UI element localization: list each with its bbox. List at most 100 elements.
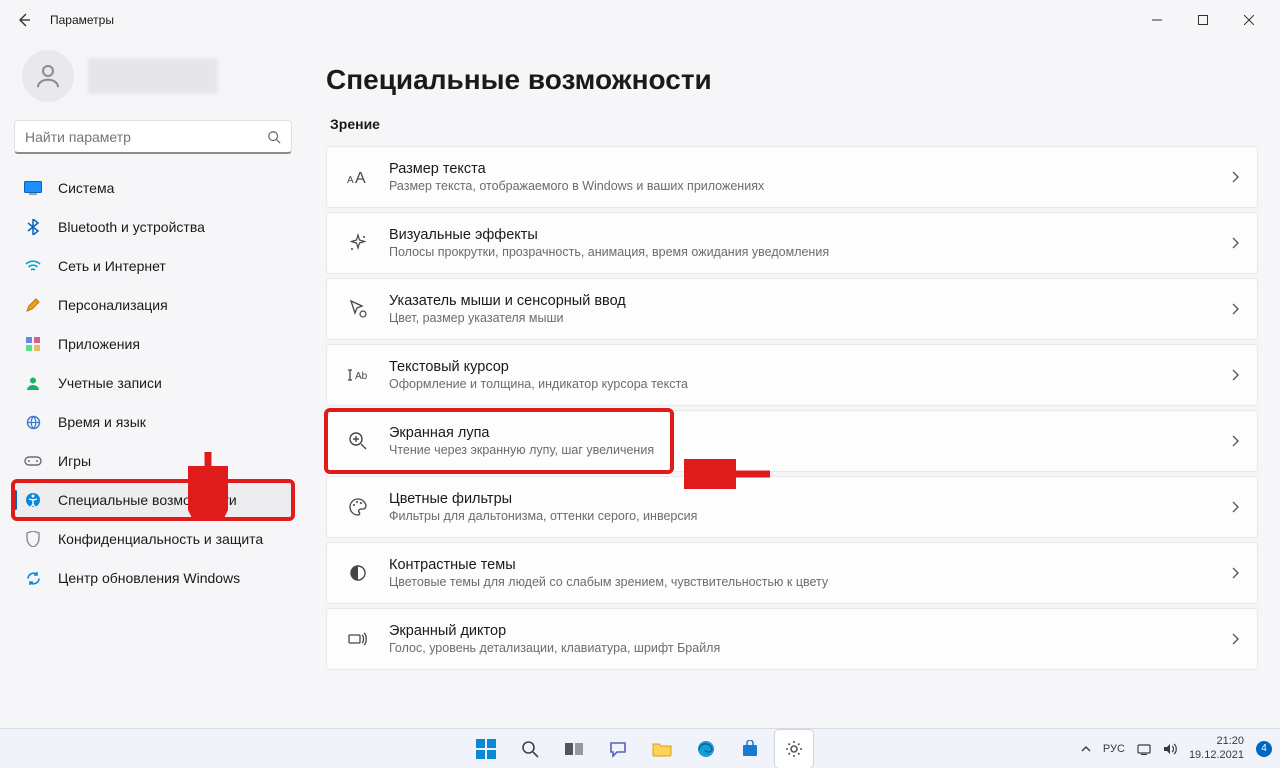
back-button[interactable] — [8, 4, 40, 36]
card-desc: Цветовые темы для людей со слабым зрение… — [389, 575, 1231, 589]
nav-item-label: Сеть и Интернет — [58, 258, 166, 274]
card-visual-effects[interactable]: Визуальные эффектыПолосы прокрутки, проз… — [326, 212, 1258, 274]
card-desc: Цвет, размер указателя мыши — [389, 311, 1231, 325]
main-content: Специальные возможности Зрение AA Размер… — [300, 40, 1280, 728]
card-desc: Фильтры для дальтонизма, оттенки серого,… — [389, 509, 1231, 523]
search-input[interactable] — [25, 129, 267, 145]
edge-icon — [697, 740, 715, 758]
card-desc: Чтение через экранную лупу, шаг увеличен… — [389, 443, 1231, 457]
sync-icon — [24, 569, 42, 587]
gear-icon — [785, 740, 803, 758]
tray-chevron-up-icon[interactable] — [1081, 745, 1091, 753]
search-icon — [267, 130, 281, 144]
person-icon — [33, 61, 63, 91]
card-desc: Голос, уровень детализации, клавиатура, … — [389, 641, 1231, 655]
taskbar-store-button[interactable] — [731, 730, 769, 768]
nav-item-time-language[interactable]: Время и язык — [14, 404, 292, 440]
card-title: Указатель мыши и сенсорный ввод — [389, 293, 1231, 309]
chevron-right-icon — [1231, 171, 1239, 183]
tray-volume-icon[interactable] — [1163, 743, 1177, 755]
nav-item-windows-update[interactable]: Центр обновления Windows — [14, 560, 292, 596]
shield-icon — [24, 530, 42, 548]
nav-item-network[interactable]: Сеть и Интернет — [14, 248, 292, 284]
store-icon — [741, 740, 759, 758]
chevron-right-icon — [1231, 303, 1239, 315]
chevron-right-icon — [1231, 237, 1239, 249]
paintbrush-icon — [24, 296, 42, 314]
taskbar: РУС 21:20 19.12.2021 4 — [0, 728, 1280, 768]
folder-icon — [652, 741, 672, 757]
nav-item-label: Игры — [58, 453, 91, 469]
svg-text:A: A — [355, 170, 366, 186]
card-text-cursor[interactable]: Ab Текстовый курсор Оформление и толщина,… — [326, 344, 1258, 406]
taskbar-settings-button[interactable] — [775, 730, 813, 768]
card-title: Размер текста — [389, 161, 1231, 177]
search-box[interactable] — [14, 120, 292, 154]
nav-item-gaming[interactable]: Игры — [14, 443, 292, 479]
taskbar-start-button[interactable] — [467, 730, 505, 768]
tray-datetime[interactable]: 21:20 19.12.2021 — [1189, 735, 1244, 761]
tray-notification-count[interactable]: 4 — [1256, 741, 1272, 757]
minimize-button[interactable] — [1134, 4, 1180, 36]
tray-language[interactable]: РУС — [1103, 743, 1125, 755]
globe-icon — [24, 413, 42, 431]
search-icon — [521, 740, 539, 758]
card-title: Текстовый курсор — [389, 359, 1231, 375]
tray-network-icon[interactable] — [1137, 743, 1151, 755]
maximize-button[interactable] — [1180, 4, 1226, 36]
text-size-icon: AA — [345, 164, 371, 190]
taskbar-explorer-button[interactable] — [643, 730, 681, 768]
card-desc: Оформление и толщина, индикатор курсора … — [389, 377, 1231, 391]
nav-item-label: Центр обновления Windows — [58, 570, 240, 586]
page-title: Специальные возможности — [326, 64, 1258, 96]
svg-text:Ab: Ab — [355, 371, 368, 382]
palette-icon — [345, 494, 371, 520]
person-icon — [24, 374, 42, 392]
account-name-redacted — [88, 58, 218, 94]
nav-item-accessibility[interactable]: Специальные возможности — [14, 482, 292, 518]
nav-item-apps[interactable]: Приложения — [14, 326, 292, 362]
card-title: Экранная лупа — [389, 425, 1231, 441]
card-desc: Полосы прокрутки, прозрачность, анимация… — [389, 245, 1231, 259]
chevron-right-icon — [1231, 633, 1239, 645]
gamepad-icon — [24, 452, 42, 470]
card-narrator[interactable]: Экранный диктор Голос, уровень детализаци… — [326, 608, 1258, 670]
account-block[interactable] — [14, 44, 292, 120]
bluetooth-icon — [24, 218, 42, 236]
taskbar-search-button[interactable] — [511, 730, 549, 768]
nav-item-label: Конфиденциальность и защита — [58, 531, 263, 547]
taskbar-taskview-button[interactable] — [555, 730, 593, 768]
app-title: Параметры — [50, 13, 114, 27]
text-cursor-icon: Ab — [345, 362, 371, 388]
wifi-icon — [24, 257, 42, 275]
card-contrast-themes[interactable]: Контрастные темыЦветовые темы для людей … — [326, 542, 1258, 604]
taskbar-chat-button[interactable] — [599, 730, 637, 768]
card-text-size[interactable]: AA Размер текстаРазмер текста, отображае… — [326, 146, 1258, 208]
taskbar-edge-button[interactable] — [687, 730, 725, 768]
card-title: Цветные фильтры — [389, 491, 1231, 507]
chevron-right-icon — [1231, 369, 1239, 381]
nav-item-privacy[interactable]: Конфиденциальность и защита — [14, 521, 292, 557]
nav-item-bluetooth[interactable]: Bluetooth и устройства — [14, 209, 292, 245]
nav-item-personalization[interactable]: Персонализация — [14, 287, 292, 323]
nav-item-system[interactable]: Система — [14, 170, 292, 206]
windows-icon — [476, 739, 496, 759]
nav-item-label: Персонализация — [58, 297, 168, 313]
close-button[interactable] — [1226, 4, 1272, 36]
contrast-icon — [345, 560, 371, 586]
nav-item-accounts[interactable]: Учетные записи — [14, 365, 292, 401]
avatar — [22, 50, 74, 102]
chevron-right-icon — [1231, 435, 1239, 447]
minimize-icon — [1152, 15, 1162, 25]
chevron-right-icon — [1231, 501, 1239, 513]
card-mouse-pointer[interactable]: Указатель мыши и сенсорный ввод Цвет, раз… — [326, 278, 1258, 340]
card-title: Экранный диктор — [389, 623, 1231, 639]
arrow-left-icon — [16, 12, 32, 28]
nav-list: Система Bluetooth и устройства Сеть и Ин… — [14, 170, 292, 596]
card-color-filters[interactable]: Цветные фильтры Фильтры для дальтонизма, … — [326, 476, 1258, 538]
svg-text:A: A — [347, 175, 354, 186]
card-magnifier[interactable]: Экранная лупа Чтение через экранную лупу,… — [326, 410, 1258, 472]
cursor-icon — [345, 296, 371, 322]
grid-icon — [24, 335, 42, 353]
section-title-vision: Зрение — [330, 116, 1258, 132]
